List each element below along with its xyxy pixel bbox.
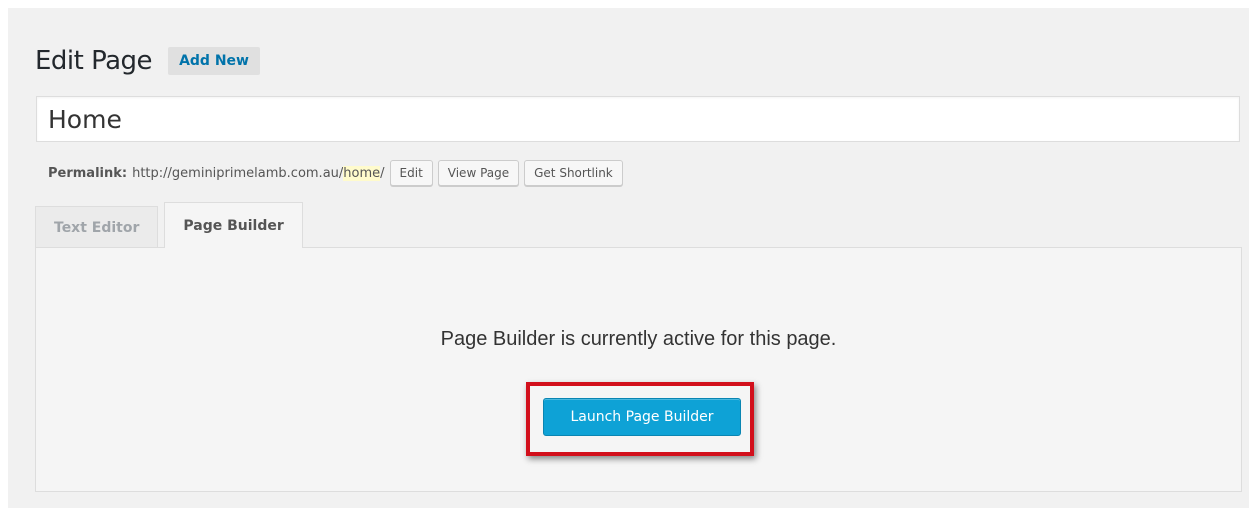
- view-page-button[interactable]: View Page: [437, 160, 520, 186]
- permalink-url[interactable]: http://geminiprimelamb.com.au/home/: [132, 165, 385, 181]
- highlight-annotation: Launch Page Builder: [526, 382, 754, 456]
- page-title: Edit Page: [35, 46, 153, 76]
- launch-page-builder-button[interactable]: Launch Page Builder: [543, 398, 741, 436]
- permalink-slug: home: [343, 165, 381, 181]
- get-shortlink-button[interactable]: Get Shortlink: [524, 160, 623, 186]
- page-header: Edit Page Add New: [35, 38, 260, 84]
- permalink-bar: Permalink: http://geminiprimelamb.com.au…: [48, 160, 623, 186]
- add-new-button[interactable]: Add New: [168, 47, 260, 75]
- edit-permalink-button[interactable]: Edit: [389, 160, 433, 186]
- tab-text-editor[interactable]: Text Editor: [35, 206, 159, 248]
- page-title-input[interactable]: [36, 96, 1240, 142]
- editor-frame: Edit Page Add New Permalink: http://gemi…: [8, 8, 1249, 508]
- page-builder-panel: Page Builder is currently active for thi…: [35, 247, 1242, 492]
- permalink-url-base: http://geminiprimelamb.com.au/: [132, 165, 344, 181]
- permalink-label: Permalink:: [48, 165, 128, 181]
- editor-tabs: Text Editor Page Builder: [35, 202, 309, 248]
- builder-status-message: Page Builder is currently active for thi…: [440, 328, 837, 350]
- permalink-trailing: /: [380, 165, 385, 181]
- tab-page-builder[interactable]: Page Builder: [164, 202, 303, 248]
